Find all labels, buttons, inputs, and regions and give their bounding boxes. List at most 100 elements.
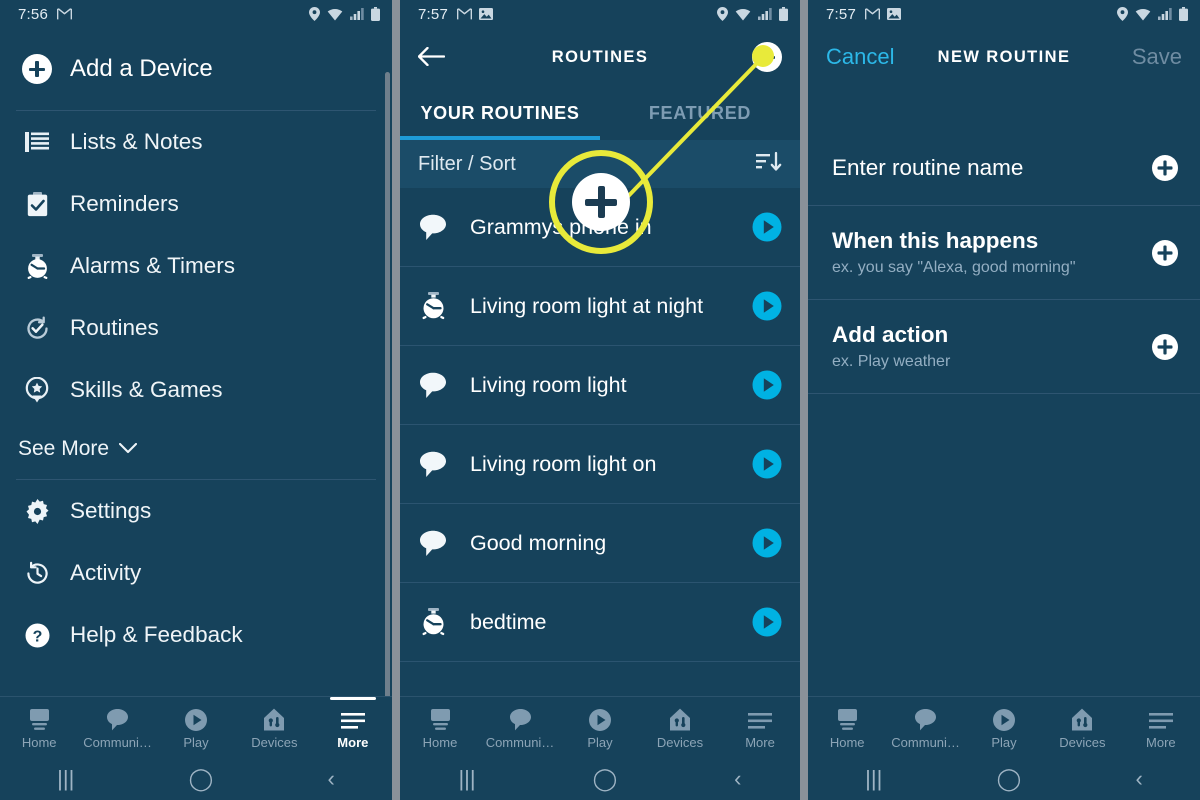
gmail-icon xyxy=(56,8,73,20)
status-bar-time: 7:57 xyxy=(418,5,448,23)
menu-item-reminders[interactable]: Reminders xyxy=(0,173,392,235)
play-circle-icon[interactable] xyxy=(752,370,782,400)
bottom-navigation-bar: Home Communi… Play Devices More xyxy=(400,696,800,758)
bottom-navigation-bar: Home Communi… Play Devices More xyxy=(0,696,392,758)
bottom-nav-more[interactable]: More xyxy=(1122,706,1200,750)
hamburger-icon xyxy=(747,706,773,732)
hamburger-icon xyxy=(340,706,366,732)
bottom-nav-devices[interactable]: Devices xyxy=(1043,706,1121,750)
menu-item-settings[interactable]: Settings xyxy=(0,480,392,542)
menu-item-skills-games[interactable]: Skills & Games xyxy=(0,359,392,421)
page-title: NEW ROUTINE xyxy=(937,47,1071,66)
bottom-nav-devices[interactable]: Devices xyxy=(640,706,720,750)
bottom-nav-label: Devices xyxy=(251,734,298,750)
gear-icon xyxy=(24,498,50,524)
routine-list-item[interactable]: Good morning xyxy=(400,504,800,583)
bottom-nav-home[interactable]: Home xyxy=(808,706,886,750)
bottom-nav-communicate[interactable]: Communi… xyxy=(480,706,560,750)
sort-descending-icon[interactable] xyxy=(756,151,782,178)
plus-circle-icon[interactable] xyxy=(1152,333,1178,360)
routine-list-item[interactable]: bedtime xyxy=(400,583,800,662)
svg-text:?: ? xyxy=(32,628,42,645)
callout-magnifier xyxy=(549,150,653,254)
add-action-example: ex. Play weather xyxy=(832,353,951,370)
bottom-nav-label: Play xyxy=(991,734,1017,750)
menu-item-routines[interactable]: Routines xyxy=(0,297,392,359)
menu-item-activity[interactable]: Activity xyxy=(0,542,392,604)
bottom-nav-more[interactable]: More xyxy=(720,706,800,750)
routine-list-item[interactable]: Living room light on xyxy=(400,425,800,504)
bottom-nav-communicate[interactable]: Communi… xyxy=(886,706,964,750)
routine-list-item[interactable]: Living room light xyxy=(400,346,800,425)
back-chevron-icon[interactable]: ‹ xyxy=(734,768,741,790)
home-circle-icon[interactable]: ◯ xyxy=(593,768,618,790)
chat-bubble-icon xyxy=(418,530,448,557)
add-action-row[interactable]: Add action ex. Play weather xyxy=(808,300,1200,394)
menu-item-alarms-timers[interactable]: Alarms & Timers xyxy=(0,235,392,297)
home-icon xyxy=(835,706,860,732)
bottom-nav-more[interactable]: More xyxy=(314,696,392,750)
play-circle-icon[interactable] xyxy=(752,212,782,242)
status-bar-time: 7:57 xyxy=(826,5,856,23)
chat-bubble-icon xyxy=(106,706,129,732)
routine-name: Living room light on xyxy=(470,451,657,476)
back-chevron-icon[interactable]: ‹ xyxy=(328,768,335,790)
menu-item-help-feedback[interactable]: ? Help & Feedback xyxy=(0,604,392,666)
panel-separator xyxy=(392,0,400,800)
plus-circle-icon xyxy=(22,54,52,84)
menu-item-lists-notes[interactable]: Lists & Notes xyxy=(0,111,392,173)
bottom-nav-devices[interactable]: Devices xyxy=(235,706,313,750)
plus-circle-icon[interactable] xyxy=(1152,154,1178,181)
bottom-nav-play[interactable]: Play xyxy=(157,706,235,750)
alarm-clock-icon xyxy=(418,292,448,320)
gmail-icon xyxy=(864,8,881,20)
bottom-nav-label: Home xyxy=(422,734,458,750)
chevron-down-icon xyxy=(118,439,138,459)
tab-your-routines[interactable]: YOUR ROUTINES xyxy=(400,86,600,140)
routine-name: bedtime xyxy=(470,609,547,634)
recents-icon[interactable]: ||| xyxy=(458,768,475,790)
when-this-happens-row[interactable]: When this happens ex. you say "Alexa, go… xyxy=(808,206,1200,300)
vertical-scrollbar[interactable] xyxy=(385,72,390,712)
tab-featured[interactable]: FEATURED xyxy=(600,86,800,140)
app-bar: ROUTINES xyxy=(400,28,800,86)
see-more-button[interactable]: See More xyxy=(0,421,392,479)
list-lines-icon xyxy=(24,129,50,155)
clock-history-icon xyxy=(24,560,50,586)
play-circle-icon[interactable] xyxy=(752,528,782,558)
location-pin-icon xyxy=(1117,7,1128,21)
bottom-nav-label: Communi… xyxy=(485,734,555,750)
play-circle-icon[interactable] xyxy=(752,449,782,479)
back-chevron-icon[interactable]: ‹ xyxy=(1136,768,1143,790)
chat-bubble-icon xyxy=(914,706,937,732)
refresh-check-icon xyxy=(24,315,50,341)
see-more-label: See More xyxy=(18,437,110,460)
wifi-icon xyxy=(735,8,751,21)
menu-item-label: Settings xyxy=(70,498,152,523)
battery-icon xyxy=(779,7,788,21)
location-star-icon xyxy=(24,377,50,403)
home-icon xyxy=(27,706,52,732)
bottom-nav-label: Devices xyxy=(1059,734,1106,750)
home-circle-icon[interactable]: ◯ xyxy=(997,768,1022,790)
play-circle-icon[interactable] xyxy=(752,607,782,637)
bottom-nav-play[interactable]: Play xyxy=(965,706,1043,750)
image-icon xyxy=(887,8,901,20)
routines-tabs: YOUR ROUTINES FEATURED xyxy=(400,86,800,140)
recents-icon[interactable]: ||| xyxy=(57,768,74,790)
routine-name-field[interactable]: Enter routine name xyxy=(808,130,1200,206)
bottom-nav-home[interactable]: Home xyxy=(0,706,78,750)
bottom-nav-home[interactable]: Home xyxy=(400,706,480,750)
filter-sort-label: Filter / Sort xyxy=(418,152,516,175)
play-circle-icon[interactable] xyxy=(752,291,782,321)
home-circle-icon[interactable]: ◯ xyxy=(189,768,214,790)
bottom-nav-communicate[interactable]: Communi… xyxy=(78,706,156,750)
chat-bubble-icon xyxy=(418,372,448,399)
bottom-nav-label: More xyxy=(1146,734,1176,750)
add-a-device-button[interactable]: Add a Device xyxy=(0,28,392,110)
when-this-happens-example: ex. you say "Alexa, good morning" xyxy=(832,259,1076,276)
routine-list-item[interactable]: Living room light at night xyxy=(400,267,800,346)
plus-circle-icon[interactable] xyxy=(1152,239,1178,266)
recents-icon[interactable]: ||| xyxy=(865,768,882,790)
bottom-nav-play[interactable]: Play xyxy=(560,706,640,750)
